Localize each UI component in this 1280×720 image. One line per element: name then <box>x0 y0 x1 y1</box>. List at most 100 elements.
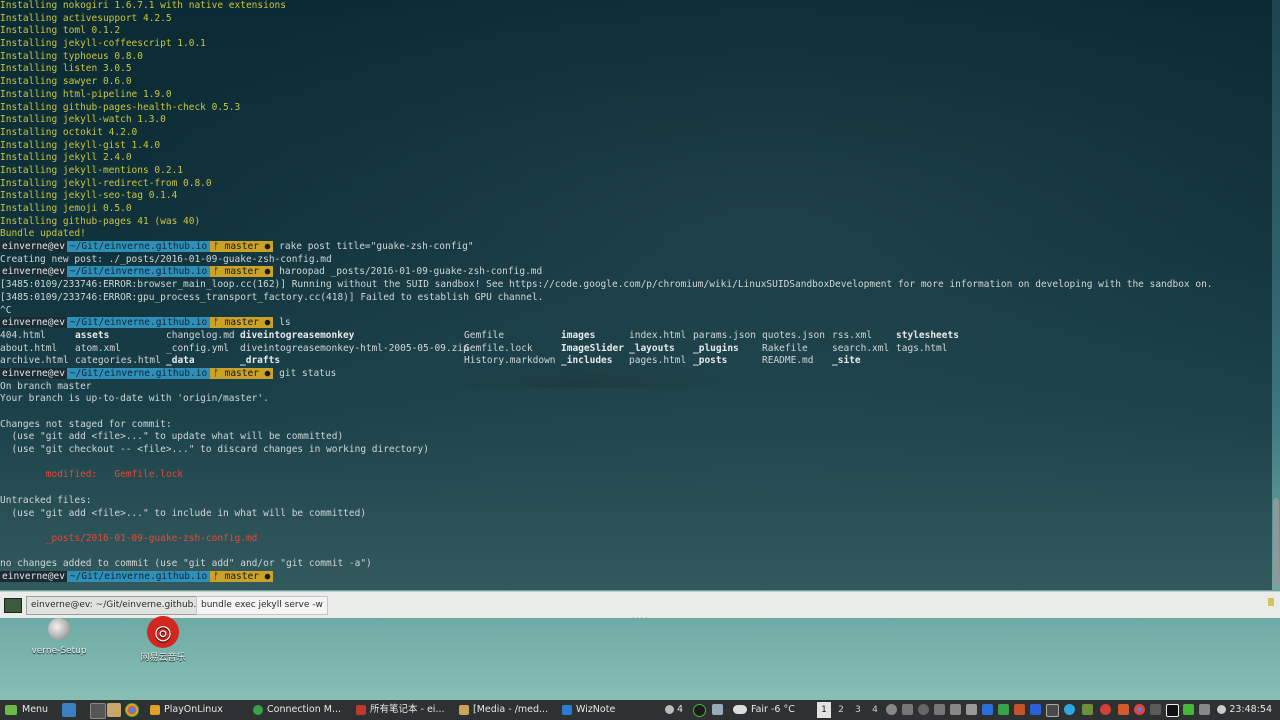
window-icon[interactable] <box>712 704 723 715</box>
install-output-line: Bundle updated! <box>0 228 86 240</box>
git-status-line: Untracked files: <box>0 494 92 506</box>
usb-icon[interactable] <box>1150 704 1161 715</box>
battery-icon[interactable] <box>966 704 977 715</box>
cpu-indicator[interactable]: 4 <box>665 702 683 718</box>
ls-directory: _layouts <box>629 342 675 354</box>
prompt-path: ~/Git/einverne.github.io <box>66 317 211 329</box>
git-status-line: modified: Gemfile.lock <box>0 469 184 481</box>
clock-time: 23:48:54 <box>1229 704 1272 715</box>
files-launcher-icon[interactable] <box>107 703 121 717</box>
task-connection-manager[interactable]: Connection M... <box>251 702 371 718</box>
task-playonlinux[interactable]: PlayOnLinux <box>148 702 268 718</box>
task-label: 所有笔记本 - ei... <box>370 704 445 715</box>
ls-directory: _site <box>832 355 861 367</box>
disc-icon <box>48 618 70 640</box>
task-label: Connection M... <box>267 704 342 715</box>
ls-file: categories.html <box>75 355 161 367</box>
prompt-git-branch: ᚠ master ● <box>210 266 274 278</box>
ls-directory: _includes <box>561 355 613 367</box>
volume-icon[interactable] <box>950 704 961 715</box>
install-output-line: Installing jekyll-redirect-from 0.8.0 <box>0 177 212 189</box>
keyboard-icon[interactable] <box>1199 704 1210 715</box>
app-icon[interactable] <box>1046 704 1059 717</box>
install-output-line: Installing html-pipeline 1.9.0 <box>0 88 172 100</box>
prompt-user: einverne@ev <box>0 266 67 278</box>
ls-directory: _data <box>166 355 195 367</box>
install-output-line: Installing jekyll-mentions 0.2.1 <box>0 164 184 176</box>
shield-icon[interactable] <box>1082 704 1093 715</box>
command-text: git status <box>279 367 337 379</box>
bottom-panel: Menu PlayOnLinux Connection M... 所有笔记本 -… <box>0 700 1280 720</box>
telegram-icon[interactable] <box>1064 704 1075 715</box>
terminal-icon[interactable] <box>4 598 22 613</box>
weather-applet[interactable]: Fair -6 °C <box>731 702 795 718</box>
install-output-line: Installing jemoji 0.5.0 <box>0 203 132 214</box>
git-status-line: no changes added to commit (use "git add… <box>0 558 372 570</box>
wps-sheet-icon[interactable] <box>998 704 1009 715</box>
task-label: PlayOnLinux <box>164 704 223 715</box>
gpu-icon[interactable] <box>693 704 706 717</box>
wechat-icon[interactable] <box>1183 704 1194 715</box>
terminal-scrollbar[interactable] <box>1272 0 1280 590</box>
desktop-icon-netease-music[interactable]: ◎ 网易云音乐 <box>138 616 188 663</box>
prompt-user: einverne@ev <box>0 367 67 379</box>
clock[interactable]: 23:48:54 <box>1217 702 1272 718</box>
ls-file: pages.html <box>629 355 687 367</box>
sync-icon[interactable] <box>886 704 897 715</box>
wiznote-icon <box>562 705 572 715</box>
task-wiznote[interactable]: WizNote <box>560 702 680 718</box>
chrome-launcher-icon[interactable] <box>125 703 139 717</box>
ls-directory: stylesheets <box>896 329 959 341</box>
git-status-line <box>0 520 1272 533</box>
task-notebooks[interactable]: 所有笔记本 - ei... <box>354 702 474 718</box>
word-icon[interactable] <box>1030 704 1041 715</box>
wps-presentation-icon[interactable] <box>1014 704 1025 715</box>
install-output-line: Installing jekyll 2.4.0 <box>0 152 132 164</box>
ls-file: rss.xml <box>832 329 873 341</box>
update-icon[interactable] <box>1100 704 1111 715</box>
chrome-tray-icon[interactable] <box>1134 704 1145 715</box>
ls-directory: ImageSlider <box>561 342 624 354</box>
qr-icon[interactable] <box>1166 704 1179 717</box>
bluetooth-icon[interactable] <box>918 704 929 715</box>
menu-button[interactable]: Menu <box>2 702 52 718</box>
prompt-path: ~/Git/einverne.github.io <box>66 266 211 278</box>
menu-label: Menu <box>22 704 49 715</box>
ls-file: params.json <box>693 329 756 341</box>
workspace-4[interactable]: 4 <box>868 702 882 718</box>
workspace-1[interactable]: 1 <box>817 702 831 718</box>
guake-terminal[interactable]: Installing nokogiri 1.6.7.1 with native … <box>0 0 1272 590</box>
wps-writer-icon[interactable] <box>982 704 993 715</box>
desktop-icon-verne-setup[interactable]: verne-Setup <box>28 618 90 656</box>
prompt-git-branch: ᚠ master ● <box>210 317 274 329</box>
ls-output-row: archive.html categories.html _data _drafts H… <box>0 355 1272 368</box>
git-status-line: On branch master <box>0 380 92 392</box>
tab-main-shell[interactable]: einverne@ev: ~/Git/einverne.github.io <box>26 596 210 615</box>
ls-file: tags.html <box>896 342 948 354</box>
prompt-path: ~/Git/einverne.github.io <box>66 570 211 582</box>
clipboard-icon[interactable] <box>902 704 913 715</box>
ls-directory: _plugins <box>693 342 739 354</box>
resize-handle[interactable]: · · · · <box>632 614 648 622</box>
git-status-line <box>0 546 1272 559</box>
ls-file: Rakefile <box>762 342 808 354</box>
ls-file: atom.xml <box>75 342 121 354</box>
install-output-line: Installing sawyer 0.6.0 <box>0 76 132 88</box>
terminal-launcher-icon[interactable] <box>90 703 106 719</box>
ls-file: quotes.json <box>762 329 825 341</box>
show-desktop-icon[interactable] <box>62 703 76 717</box>
task-media-folder[interactable]: [Media - /med... <box>457 702 577 718</box>
network-icon[interactable] <box>934 704 945 715</box>
tab-jekyll-serve[interactable]: bundle exec jekyll serve -w <box>196 596 328 615</box>
firefox-icon[interactable] <box>1118 704 1129 715</box>
install-output-line: Installing jekyll-coffeescript 1.0.1 <box>0 38 206 50</box>
playonlinux-icon <box>150 705 160 715</box>
prompt-line: einverne@ev ~/Git/einverne.github.io ᚠ mas… <box>0 241 1272 254</box>
workspace-3[interactable]: 3 <box>851 702 865 718</box>
ls-output-row: 404.html assets changelog.md diveintogrease… <box>0 330 1272 343</box>
scrollbar-thumb[interactable] <box>1273 498 1279 586</box>
cpu-value: 4 <box>677 704 684 715</box>
ls-file: search.xml <box>832 342 890 354</box>
ls-file: Gemfile <box>464 329 505 341</box>
workspace-2[interactable]: 2 <box>834 702 848 718</box>
